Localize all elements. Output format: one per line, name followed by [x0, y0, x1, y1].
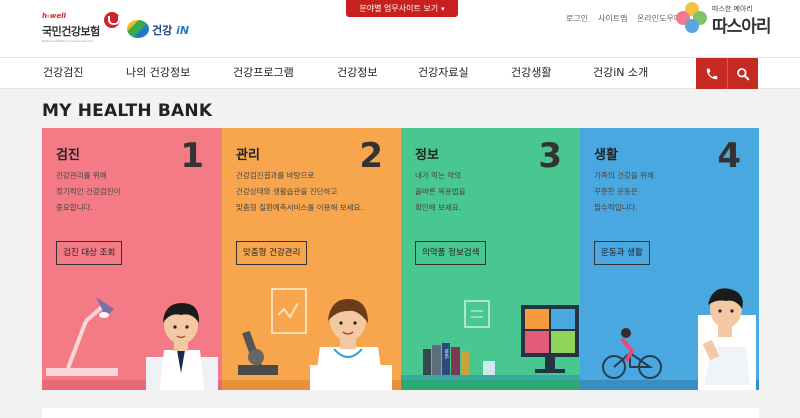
section-title: MY HEALTH BANK [42, 101, 213, 121]
nav-item-my-health[interactable]: 나의 건강정보 [126, 58, 190, 89]
nhis-logo-name: 국민건강보험 [42, 25, 100, 38]
search-button[interactable] [727, 58, 758, 89]
warm-echo-name: 따스아리 [712, 17, 772, 37]
card-number: 3 [538, 136, 562, 176]
cyclist-runner-illustration [580, 288, 759, 390]
health-in-logo[interactable]: 건강 iN [127, 18, 191, 40]
nav-item-info[interactable]: 건강정보 [337, 58, 377, 89]
card-number: 2 [359, 136, 383, 176]
main-nav: 건강검진 나의 건강정보 건강프로그램 건강정보 건강자료실 건강생활 건강iN… [0, 57, 800, 89]
card-description: 건강관리를 위해 정기적인 건강검진이 중요합니다. [56, 171, 121, 212]
card-description: 건강검진결과를 바탕으로 건강상태와 생활습관을 진단하고 맞춤형 질환예측서비… [236, 171, 363, 212]
nav-item-programs[interactable]: 건강프로그램 [233, 58, 294, 89]
monitor-books-illustration: NHIS [401, 300, 580, 390]
card-number: 1 [180, 136, 204, 176]
sitemap-link[interactable]: 사이트맵 [598, 13, 627, 24]
chevron-down-icon: ▾ [441, 5, 445, 13]
nav-item-about[interactable]: 건강iN 소개 [593, 58, 648, 89]
nhis-logo[interactable]: h-well 국민건강보험 National Health Insurance … [42, 12, 122, 46]
card-checkup: 검진 1 건강관리를 위해 정기적인 건강검진이 중요합니다. 검진 대상 조회 [42, 128, 222, 390]
card-title: 정보 [415, 148, 439, 163]
checkup-target-button[interactable]: 검진 대상 조회 [56, 241, 123, 265]
business-sites-button[interactable]: 분야별 업무사이트 보기 ▾ [346, 0, 458, 17]
card-life: 생활 4 가족의 건강을 위해 꾸준한 운동은 필수적입니다. 운동과 생활 [580, 128, 759, 390]
card-title: 관리 [236, 148, 260, 163]
clover-icon [676, 2, 708, 34]
nav-item-life[interactable]: 건강생활 [511, 58, 551, 89]
card-title: 검진 [56, 148, 80, 163]
book-spine: NHIS [444, 349, 449, 359]
nav-item-checkup[interactable]: 건강검진 [43, 58, 83, 89]
phone-button[interactable] [696, 58, 727, 89]
login-link[interactable]: 로그인 [566, 13, 588, 24]
card-description: 가족의 건강을 위해 꾸준한 운동은 필수적입니다. [594, 171, 654, 212]
warm-echo-logo[interactable]: 따스한 메아리 따스아리 [676, 2, 796, 37]
health-in-logo-text: 건강 iN [152, 24, 190, 37]
nav-item-library[interactable]: 건강자료실 [418, 58, 469, 89]
heart-icon [104, 12, 120, 28]
content-panel-edge [42, 408, 759, 418]
card-title: 생활 [594, 148, 618, 163]
card-number: 4 [717, 136, 741, 176]
card-info: 정보 3 내가 먹는 약의 올바른 복용법을 확인해 보세요. 의약품 정보검색… [401, 128, 580, 390]
card-description: 내가 먹는 약의 올바른 복용법을 확인해 보세요. [415, 171, 466, 212]
nhis-logo-tag: h-well [42, 12, 66, 20]
medicine-search-button[interactable]: 의약품 정보검색 [415, 241, 487, 265]
online-helper-link[interactable]: 온라인도우미 [637, 13, 681, 24]
exercise-life-button[interactable]: 운동과 생활 [594, 241, 650, 265]
phone-icon [706, 68, 717, 79]
doctor-desk-illustration [42, 297, 222, 390]
nurse-microscope-illustration [222, 288, 401, 390]
custom-care-button[interactable]: 맞춤형 건강관리 [236, 241, 308, 265]
nhis-logo-sub: National Health Insurance Service [42, 39, 94, 43]
card-management: 관리 2 건강검진결과를 바탕으로 건강상태와 생활습관을 진단하고 맞춤형 질… [222, 128, 401, 390]
search-icon [737, 67, 750, 80]
swirl-icon [127, 20, 149, 38]
top-header: 분야별 업무사이트 보기 ▾ h-well 국민건강보험 National Hea… [0, 0, 800, 57]
business-sites-label: 분야별 업무사이트 보기 [359, 4, 439, 13]
